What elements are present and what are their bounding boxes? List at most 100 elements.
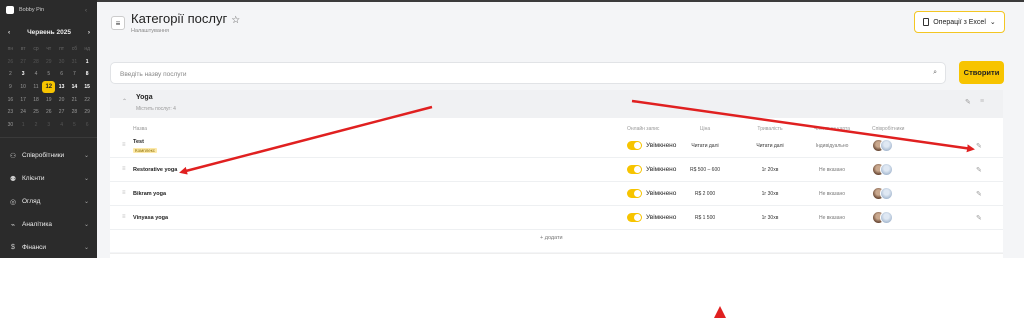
calendar-day[interactable]: 3 (42, 119, 55, 132)
category-edit-icon[interactable]: ✎ (965, 98, 971, 106)
calendar-day[interactable]: 16 (4, 93, 17, 106)
calendar-day[interactable]: 30 (4, 119, 17, 132)
calendar-day[interactable]: 1 (81, 56, 94, 69)
calendar-day[interactable]: 21 (68, 93, 81, 106)
service-tag-badge: Комплекс (133, 148, 158, 153)
calendar-day-today[interactable]: 12 (42, 80, 56, 94)
online-booking-toggle[interactable] (627, 141, 642, 150)
sidebar-item-2[interactable]: ⚉ Клієнти ⌄ (0, 167, 97, 190)
table-row[interactable]: ≡ Test Комплекс Увімкнено Читати далі Читати … (110, 134, 1003, 158)
table-row[interactable]: ≡ Bikram yoga Увімкнено R$ 2 000 1г 30хв Не в… (110, 182, 1003, 206)
column-header-price: Ціна (699, 126, 711, 132)
calendar-day[interactable]: 27 (55, 106, 68, 119)
calendar-day[interactable]: 4 (30, 68, 43, 81)
drag-handle-icon[interactable]: ≡ (122, 142, 126, 148)
edit-icon[interactable]: ✎ (976, 142, 982, 150)
calendar-day[interactable]: 3 (17, 68, 30, 81)
calendar-day[interactable]: 28 (68, 106, 81, 119)
calendar-day[interactable]: 17 (17, 93, 30, 106)
calendar-day[interactable]: 18 (30, 93, 43, 106)
service-duration: 1г 30хв (761, 215, 779, 221)
category-header[interactable]: ⌃ Yoga Містить послуг: 4 ✎ ≡ (110, 90, 1003, 118)
create-button[interactable]: Створити (959, 61, 1004, 84)
calendar-day[interactable]: 5 (42, 68, 55, 81)
brand-logo-icon (6, 6, 14, 14)
calendar-day[interactable]: 7 (68, 68, 81, 81)
calendar-day[interactable]: 1 (17, 119, 30, 132)
calendar-day[interactable]: 26 (4, 56, 17, 69)
service-duration: 1г 20хв (761, 167, 779, 173)
sidebar-item-5[interactable]: $ Фінанси ⌄ (0, 236, 97, 259)
document-icon (923, 18, 930, 26)
edit-icon[interactable]: ✎ (976, 214, 982, 222)
staff-avatars[interactable] (872, 163, 900, 176)
calendar-day[interactable]: 29 (81, 106, 94, 119)
calendar-day[interactable]: 27 (17, 56, 30, 69)
calendar-day[interactable]: 2 (4, 68, 17, 81)
calendar-day[interactable]: 23 (4, 106, 17, 119)
collapse-sidebar-icon[interactable]: ‹ (85, 8, 87, 14)
calendar-day[interactable]: 25 (30, 106, 43, 119)
calendar-day[interactable]: 30 (55, 56, 68, 69)
calendar-day[interactable]: 24 (17, 106, 30, 119)
add-service-button[interactable]: + додати (540, 235, 563, 241)
calendar-day[interactable]: 6 (55, 68, 68, 81)
brand[interactable]: Bobby Pin (6, 6, 44, 14)
breadcrumb[interactable]: Налаштування (131, 28, 169, 34)
calendar-day[interactable]: 13 (55, 81, 68, 94)
online-booking-toggle[interactable] (627, 165, 642, 174)
table-row[interactable]: ≡ Vinyasa yoga Увімкнено R$ 1 500 1г 30хв Не … (110, 206, 1003, 230)
calendar-day[interactable]: 29 (42, 56, 55, 69)
clients-icon: ⚉ (9, 175, 17, 183)
search-input[interactable] (111, 64, 945, 85)
staff-avatars[interactable] (872, 139, 900, 152)
membership-card: Індивідуально (815, 143, 849, 149)
calendar-day[interactable]: 22 (81, 93, 94, 106)
calendar-weekday: ср (33, 46, 39, 53)
drag-handle-icon[interactable]: ≡ (122, 190, 126, 196)
online-booking-status: Увімкнено (646, 190, 677, 197)
sidebar-item-3[interactable]: ◎ Огляд ⌄ (0, 190, 97, 213)
staff-avatars[interactable] (872, 211, 900, 224)
table-row[interactable]: ≡ Restorative yoga Увімкнено R$ 500 – 600 1г… (110, 158, 1003, 182)
avatar (880, 211, 893, 224)
calendar-day[interactable]: 11 (30, 81, 43, 94)
chevron-up-icon[interactable]: ⌃ (122, 98, 127, 105)
calendar-day[interactable]: 31 (68, 56, 81, 69)
calendar-day[interactable]: 15 (81, 81, 94, 94)
calendar-weekday: вт (20, 46, 26, 53)
sidebar-item-1[interactable]: ⚇ Співробітники ⌄ (0, 144, 97, 167)
calendar-day[interactable]: 9 (4, 81, 17, 94)
search-icon[interactable]: ⌕ (933, 69, 937, 77)
calendar-day[interactable]: 10 (17, 81, 30, 94)
search-box: ⌕ (110, 62, 946, 85)
edit-icon[interactable]: ✎ (976, 190, 982, 198)
category-drag-handle-icon[interactable]: ≡ (980, 98, 984, 105)
next-month-button[interactable]: › (88, 29, 90, 36)
edit-icon[interactable]: ✎ (976, 166, 982, 174)
calendar-day[interactable]: 4 (55, 119, 68, 132)
calendar-day[interactable]: 6 (81, 119, 94, 132)
calendar-day[interactable]: 2 (30, 119, 43, 132)
sidebar-item-4[interactable]: ⌁ Аналітика ⌄ (0, 213, 97, 236)
calendar-day[interactable]: 28 (30, 56, 43, 69)
online-booking-toggle[interactable] (627, 213, 642, 222)
service-duration: 1г 30хв (761, 191, 779, 197)
calendar-header: ‹ Червень 2025 › (8, 29, 90, 36)
staff-avatars[interactable] (872, 187, 900, 200)
menu-toggle-button[interactable]: ≡ (111, 16, 125, 30)
category-service-count: Містить послуг: 4 (136, 106, 176, 112)
calendar-day[interactable]: 20 (55, 93, 68, 106)
calendar-day[interactable]: 8 (81, 68, 94, 81)
calendar-day[interactable]: 19 (42, 93, 55, 106)
calendar-day[interactable]: 5 (68, 119, 81, 132)
drag-handle-icon[interactable]: ≡ (122, 166, 126, 172)
prev-month-button[interactable]: ‹ (8, 29, 10, 36)
service-name: Bikram yoga (133, 191, 167, 197)
online-booking-toggle[interactable] (627, 189, 642, 198)
calendar-day[interactable]: 26 (42, 106, 55, 119)
excel-operations-button[interactable]: Операції з Excel ⌄ (914, 11, 1005, 33)
calendar-day[interactable]: 14 (68, 81, 81, 94)
favorite-star-icon[interactable]: ☆ (231, 15, 240, 26)
drag-handle-icon[interactable]: ≡ (122, 214, 126, 220)
